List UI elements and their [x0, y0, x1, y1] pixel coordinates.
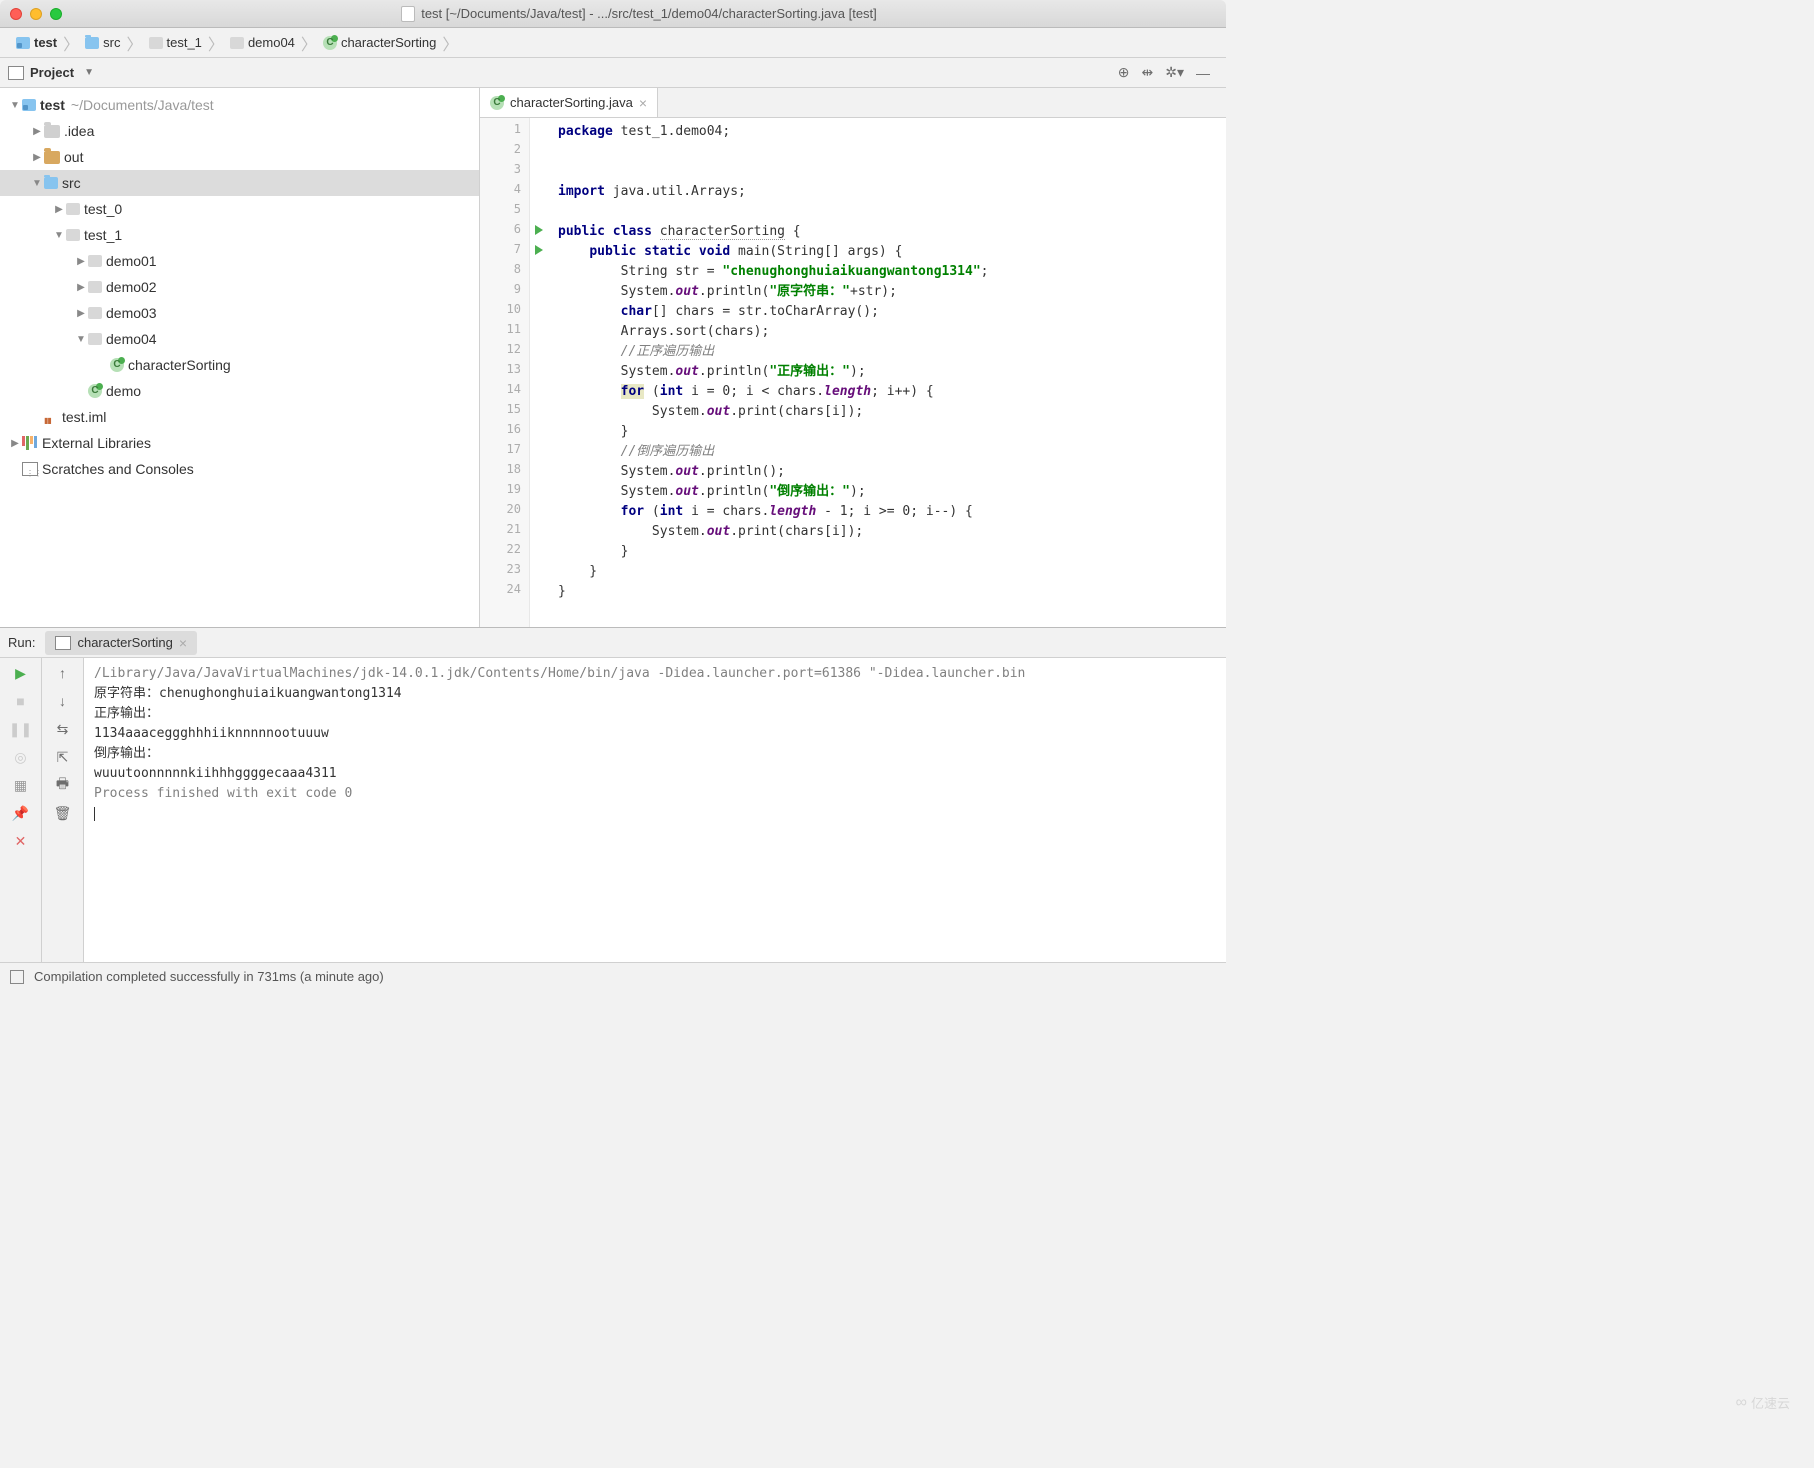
close-window-button[interactable] — [10, 8, 22, 20]
tree-node-file[interactable]: demo — [0, 378, 479, 404]
tree-node[interactable]: test_0 — [0, 196, 479, 222]
run-config-icon — [55, 636, 71, 650]
run-panel: Run: characterSorting × ▶ ■ ❚❚ ◎ ▦ 📌 ✕ ↑… — [0, 627, 1226, 962]
folder-icon — [85, 37, 99, 49]
minimize-window-button[interactable] — [30, 8, 42, 20]
locate-button[interactable]: ⊕ — [1118, 64, 1130, 81]
code-content[interactable]: package test_1.demo04; import java.util.… — [530, 118, 1226, 627]
tree-node[interactable]: demo03 — [0, 300, 479, 326]
tree-node[interactable]: demo02 — [0, 274, 479, 300]
wrap-button[interactable]: ⇆ — [54, 720, 72, 738]
module-icon — [22, 99, 36, 111]
tree-node-file[interactable]: characterSorting — [0, 352, 479, 378]
close-icon[interactable]: × — [179, 635, 187, 651]
project-view-icon[interactable] — [8, 66, 24, 80]
tree-node[interactable]: out — [0, 144, 479, 170]
iml-icon — [44, 410, 58, 424]
status-bar: Compilation completed successfully in 73… — [0, 962, 1226, 990]
editor-tab[interactable]: characterSorting.java × — [480, 88, 658, 117]
project-title[interactable]: Project — [30, 65, 74, 80]
run-config-tab[interactable]: characterSorting × — [45, 631, 197, 655]
tree-node[interactable]: demo01 — [0, 248, 479, 274]
class-icon — [88, 384, 102, 398]
tree-node[interactable]: test_1 — [0, 222, 479, 248]
breadcrumb-item[interactable]: test — [12, 35, 61, 50]
close-tab-icon[interactable]: × — [639, 95, 647, 111]
stop-button[interactable]: ■ — [12, 692, 30, 710]
maximize-window-button[interactable] — [50, 8, 62, 20]
run-gutter-icon[interactable] — [535, 245, 543, 255]
run-toolbar-left: ▶ ■ ❚❚ ◎ ▦ 📌 ✕ — [0, 658, 42, 962]
down-button[interactable]: ↓ — [54, 692, 72, 710]
project-tree[interactable]: test~/Documents/Java/test .idea out src … — [0, 88, 480, 627]
run-toolbar-right: ↑ ↓ ⇆ ⇱ 🖶 🗑 — [42, 658, 84, 962]
editor-tabs: characterSorting.java × — [480, 88, 1226, 118]
scratches-icon — [22, 462, 38, 476]
file-icon — [401, 6, 415, 22]
layout-button[interactable]: ▦ — [12, 776, 30, 794]
tab-label: characterSorting.java — [510, 95, 633, 110]
package-icon — [149, 37, 163, 49]
code-editor[interactable]: 1 2 3 4 5 6 7 8 9 10 11 12 13 14 15 16 1 — [480, 118, 1226, 627]
package-icon — [88, 333, 102, 345]
window-title: test [~/Documents/Java/test] - .../src/t… — [421, 6, 877, 21]
dump-button[interactable]: ◎ — [12, 748, 30, 766]
titlebar: test [~/Documents/Java/test] - .../src/t… — [0, 0, 1226, 28]
tree-node-file[interactable]: test.iml — [0, 404, 479, 430]
project-toolbar: Project ▼ ⊕ ⇹ ✲▾ — — [0, 58, 1226, 88]
run-label: Run: — [8, 635, 35, 650]
dropdown-arrow-icon[interactable]: ▼ — [84, 67, 94, 78]
package-icon — [88, 281, 102, 293]
breadcrumb-item[interactable]: test_1 — [145, 35, 206, 50]
folder-icon — [44, 125, 60, 138]
package-icon — [66, 203, 80, 215]
status-message: Compilation completed successfully in 73… — [34, 969, 384, 984]
close-run-button[interactable]: ✕ — [12, 832, 30, 850]
package-icon — [88, 255, 102, 267]
breadcrumb-item[interactable]: src — [81, 35, 124, 50]
class-icon — [110, 358, 124, 372]
breadcrumb-item[interactable]: demo04 — [226, 35, 299, 50]
package-icon — [230, 37, 244, 49]
delete-button[interactable]: 🗑 — [54, 804, 72, 822]
tree-node[interactable]: demo04 — [0, 326, 479, 352]
folder-icon — [44, 151, 60, 164]
run-gutter-icon[interactable] — [535, 225, 543, 235]
package-icon — [88, 307, 102, 319]
pause-button[interactable]: ❚❚ — [12, 720, 30, 738]
module-icon — [16, 37, 30, 49]
export-button[interactable]: ⇱ — [54, 748, 72, 766]
hide-button[interactable]: — — [1196, 65, 1210, 81]
breadcrumb-item[interactable]: characterSorting — [319, 35, 440, 50]
up-button[interactable]: ↑ — [54, 664, 72, 682]
collapse-button[interactable]: ⇹ — [1142, 64, 1154, 81]
rerun-button[interactable]: ▶ — [12, 664, 30, 682]
line-gutter: 1 2 3 4 5 6 7 8 9 10 11 12 13 14 15 16 1 — [480, 118, 530, 627]
status-icon[interactable] — [10, 970, 24, 984]
package-icon — [66, 229, 80, 241]
console-output[interactable]: /Library/Java/JavaVirtualMachines/jdk-14… — [84, 658, 1226, 962]
tree-node-external[interactable]: External Libraries — [0, 430, 479, 456]
tree-node-root[interactable]: test~/Documents/Java/test — [0, 92, 479, 118]
source-folder-icon — [44, 177, 58, 189]
settings-gear-icon[interactable]: ✲▾ — [1165, 64, 1184, 81]
breadcrumb-bar: test〉 src〉 test_1〉 demo04〉 characterSort… — [0, 28, 1226, 58]
tree-node[interactable]: .idea — [0, 118, 479, 144]
print-button[interactable]: 🖶 — [54, 776, 72, 794]
class-icon — [490, 96, 504, 110]
pin-button[interactable]: 📌 — [12, 804, 30, 822]
tree-node-scratches[interactable]: Scratches and Consoles — [0, 456, 479, 482]
tree-node-src[interactable]: src — [0, 170, 479, 196]
library-icon — [22, 436, 38, 450]
class-icon — [323, 36, 337, 50]
